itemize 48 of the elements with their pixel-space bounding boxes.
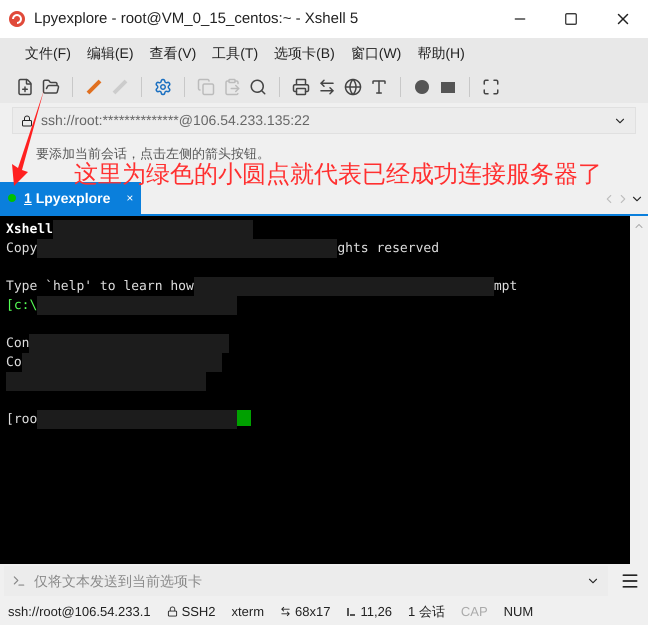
hint-text: 要添加当前会话，点击左侧的箭头按钮。 bbox=[36, 146, 270, 160]
terminal-text: Type `help' to learn how bbox=[6, 278, 194, 296]
status-item: ssh://root@106.54.233.1 bbox=[8, 602, 151, 621]
terminal-text: Co bbox=[6, 354, 22, 372]
font-icon[interactable] bbox=[370, 78, 388, 96]
terminal-text: Copy bbox=[6, 240, 38, 258]
terminal-text: mpt bbox=[494, 278, 518, 296]
menu-item[interactable]: 帮助(H) bbox=[412, 43, 470, 64]
scrollbar[interactable] bbox=[630, 216, 648, 564]
terminal-text: [roo bbox=[6, 411, 38, 430]
status-item: 11,26 bbox=[360, 602, 392, 621]
settings-icon[interactable] bbox=[154, 78, 172, 96]
compose-field[interactable]: 仅将文本发送到当前选项卡 bbox=[4, 566, 608, 596]
terminal-text: Con bbox=[6, 335, 30, 354]
address-field[interactable]: ssh://root:**************@106.54.233.135:22 bbox=[12, 107, 636, 134]
cursor bbox=[237, 410, 252, 426]
terminal-text: ghts reserved bbox=[337, 240, 440, 258]
lock-icon bbox=[21, 114, 33, 127]
resize-icon bbox=[280, 606, 292, 618]
menu-item[interactable]: 窗口(W) bbox=[346, 43, 406, 64]
printer-icon[interactable] bbox=[292, 78, 310, 96]
status-item: CAP bbox=[460, 602, 488, 621]
compose-input[interactable]: 仅将文本发送到当前选项卡 bbox=[34, 570, 578, 592]
new-session-icon[interactable] bbox=[16, 78, 34, 96]
menu-item[interactable]: 选项卡(B) bbox=[269, 43, 340, 64]
tab-close[interactable]: × bbox=[126, 189, 134, 208]
menu-item[interactable]: 编辑(E) bbox=[82, 43, 139, 64]
terminal-text: [c:\ bbox=[6, 297, 38, 316]
fullscreen-icon[interactable] bbox=[482, 78, 500, 96]
maximize-icon[interactable] bbox=[564, 12, 578, 26]
app-logo-icon bbox=[8, 10, 26, 28]
status-item: 68x17 bbox=[295, 602, 330, 621]
status-item: xterm bbox=[232, 602, 264, 621]
lock-icon bbox=[166, 606, 178, 618]
menu-item[interactable]: 工具(T) bbox=[207, 43, 264, 64]
status-item: NUM bbox=[504, 602, 534, 621]
cursor-position-icon bbox=[346, 606, 356, 617]
status-item: 1 会话 bbox=[408, 602, 445, 621]
terminal-icon bbox=[12, 574, 26, 588]
globe-icon[interactable] bbox=[344, 78, 362, 96]
search-icon[interactable] bbox=[249, 78, 267, 96]
menu-item[interactable]: 查看(V) bbox=[144, 43, 202, 64]
window-title: Lpyexplore - root@VM_0_15_centos:~ - Xshell 5 bbox=[34, 8, 360, 29]
terminal-text: Xshell bbox=[6, 221, 53, 240]
transfer-icon[interactable] bbox=[318, 78, 336, 96]
address-value: ssh://root:**************@106.54.233.135:22 bbox=[41, 111, 311, 130]
status-item: SSH2 bbox=[182, 602, 216, 621]
menu-item[interactable]: 文件(F) bbox=[20, 43, 76, 64]
